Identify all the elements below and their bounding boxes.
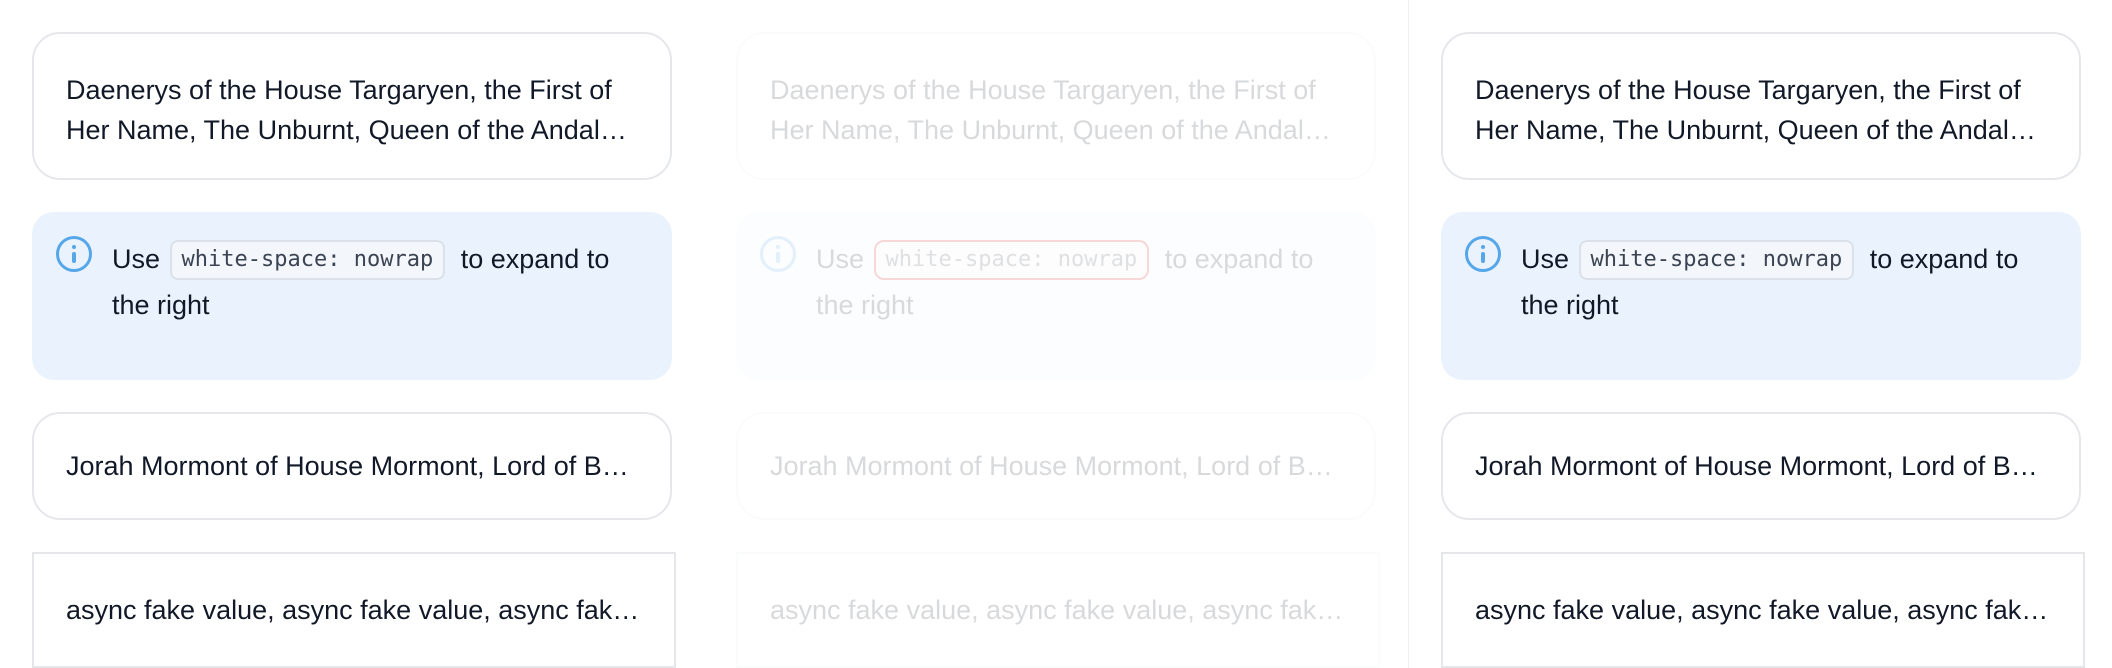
info-alert: Use white-space: nowrap to expand to the… (736, 212, 1376, 380)
info-icon (1465, 236, 1501, 272)
info-icon (760, 236, 796, 272)
title-card: Daenerys of the House Targaryen, the Fir… (1441, 32, 2081, 180)
name-card: Jorah Mormont of House Mormont, Lord of … (1441, 412, 2081, 520)
name-card: Jorah Mormont of House Mormont, Lord of … (736, 412, 1376, 520)
canvas: Daenerys of the House Targaryen, the Fir… (0, 0, 2112, 668)
info-alert: Use white-space: nowrap to expand to the… (1441, 212, 2081, 380)
panel-left: Daenerys of the House Targaryen, the Fir… (0, 0, 704, 668)
panel-middle: Daenerys of the House Targaryen, the Fir… (704, 0, 1408, 668)
info-message: Use white-space: nowrap to expand to the… (816, 236, 1356, 328)
async-value-card: async fake value, async fake value, asyn… (1441, 552, 2085, 668)
code-snippet: white-space: nowrap (1578, 240, 1855, 280)
async-value-card: async fake value, async fake value, asyn… (736, 552, 1380, 668)
panel-right: Daenerys of the House Targaryen, the Fir… (1408, 0, 2112, 668)
info-alert: Use white-space: nowrap to expand to the… (32, 212, 672, 380)
title-card-text: Daenerys of the House Targaryen, the Fir… (1475, 75, 2023, 145)
async-value-card: async fake value, async fake value, asyn… (32, 552, 676, 668)
title-card: Daenerys of the House Targaryen, the Fir… (736, 32, 1376, 180)
code-snippet: white-space: nowrap (169, 240, 446, 280)
name-card: Jorah Mormont of House Mormont, Lord of … (32, 412, 672, 520)
info-prefix: Use (816, 244, 865, 274)
info-prefix: Use (1521, 244, 1570, 274)
info-message: Use white-space: nowrap to expand to the… (1521, 236, 2061, 328)
title-card-text: Daenerys of the House Targaryen, the Fir… (66, 75, 614, 145)
code-snippet-highlighted: white-space: nowrap (873, 240, 1150, 280)
info-icon (56, 236, 92, 272)
title-card-text: Daenerys of the House Targaryen, the Fir… (770, 75, 1318, 145)
title-card: Daenerys of the House Targaryen, the Fir… (32, 32, 672, 180)
info-prefix: Use (112, 244, 161, 274)
info-message: Use white-space: nowrap to expand to the… (112, 236, 652, 328)
